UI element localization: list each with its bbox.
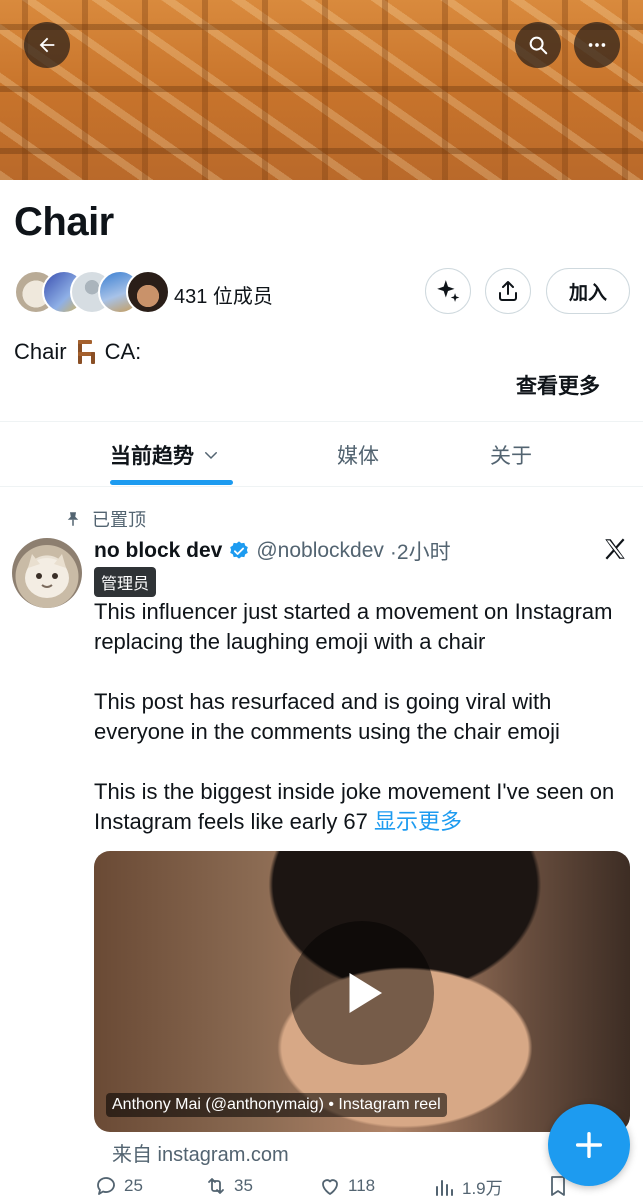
x-logo-icon xyxy=(602,536,628,567)
cat-face-icon xyxy=(25,554,69,598)
author-avatar[interactable] xyxy=(12,538,82,608)
media-source[interactable]: 来自 instagram.com xyxy=(112,1138,289,1167)
post-paragraph: This post has resurfaced and is going vi… xyxy=(94,689,560,744)
divider xyxy=(0,421,643,422)
view-count: 1.9万 xyxy=(462,1179,503,1198)
compose-button[interactable] xyxy=(548,1104,630,1186)
tab-media[interactable]: 媒体 xyxy=(337,440,379,470)
community-title: Chair xyxy=(14,200,114,244)
repost-button[interactable]: 35 xyxy=(204,1174,253,1198)
pinned-label: 已置顶 xyxy=(92,510,146,530)
search-icon xyxy=(529,36,548,55)
repost-count: 35 xyxy=(234,1176,253,1195)
description-prefix: Chair xyxy=(14,339,67,364)
post-actions: 25 35 118 1.9万 xyxy=(94,1174,634,1200)
reply-count: 25 xyxy=(124,1176,143,1195)
chair-emoji-icon xyxy=(77,340,95,364)
views-button[interactable]: 1.9万 xyxy=(432,1174,503,1199)
like-button[interactable]: 118 xyxy=(318,1174,375,1198)
pin-icon xyxy=(67,512,79,526)
back-button[interactable] xyxy=(24,22,70,68)
author-name[interactable]: no block dev xyxy=(94,539,222,563)
plus-icon xyxy=(575,1131,603,1159)
more-options-button[interactable] xyxy=(574,22,620,68)
verified-badge-icon xyxy=(230,541,249,559)
community-description: Chair CA: xyxy=(14,338,141,366)
member-avatars[interactable] xyxy=(14,270,170,314)
share-button[interactable] xyxy=(485,268,531,314)
play-button[interactable] xyxy=(290,921,434,1065)
more-horizontal-icon xyxy=(588,43,606,47)
description-suffix: CA: xyxy=(104,339,142,364)
contract-address: GiE8Bi4Y2YHvwKutQUFeR2yaAMPWbkngLve... xyxy=(14,372,449,394)
heart-icon xyxy=(322,1179,338,1195)
arrow-left-icon xyxy=(39,37,55,53)
post-author-line: no block dev @noblockdev ·2小时 xyxy=(94,536,451,566)
divider xyxy=(0,486,643,487)
member-count[interactable]: 431 位成员 xyxy=(174,280,273,309)
reply-icon xyxy=(97,1177,115,1195)
like-count: 118 xyxy=(348,1176,376,1195)
search-button[interactable] xyxy=(515,22,561,68)
join-button[interactable]: 加入 xyxy=(546,268,630,314)
grok-summary-button[interactable] xyxy=(425,268,471,314)
sparkle-icon xyxy=(437,280,460,302)
repost-icon xyxy=(208,1178,224,1194)
see-more-link[interactable]: 查看更多 xyxy=(516,370,600,400)
chevron-down-icon xyxy=(205,452,217,460)
tab-about[interactable]: 关于 xyxy=(490,440,532,470)
tab-label: 关于 xyxy=(490,445,532,468)
post-paragraph: This is the biggest inside joke movement… xyxy=(94,779,615,834)
analytics-icon xyxy=(436,1179,453,1196)
post-time: ·2小时 xyxy=(389,541,451,564)
tab-trending[interactable]: 当前趋势 xyxy=(110,440,220,470)
play-icon xyxy=(349,973,382,1013)
avatar xyxy=(126,270,170,314)
active-tab-indicator xyxy=(110,480,233,485)
share-icon xyxy=(499,281,517,301)
post-body: This influencer just started a movement … xyxy=(94,597,634,837)
author-handle[interactable]: @noblockdev xyxy=(256,539,384,563)
tab-label: 媒体 xyxy=(337,445,379,468)
post-video[interactable]: Anthony Mai (@anthonymaig) • Instagram r… xyxy=(94,851,630,1132)
post-paragraph: This influencer just started a movement … xyxy=(94,599,613,654)
reply-button[interactable]: 25 xyxy=(94,1174,143,1198)
show-more-link[interactable]: 显示更多 xyxy=(374,809,462,834)
media-caption: Anthony Mai (@anthonymaig) • Instagram r… xyxy=(106,1093,447,1117)
tab-label: 当前趋势 xyxy=(110,445,194,468)
admin-badge: 管理员 xyxy=(94,567,157,597)
pinned-indicator: 已置顶 xyxy=(64,506,146,532)
